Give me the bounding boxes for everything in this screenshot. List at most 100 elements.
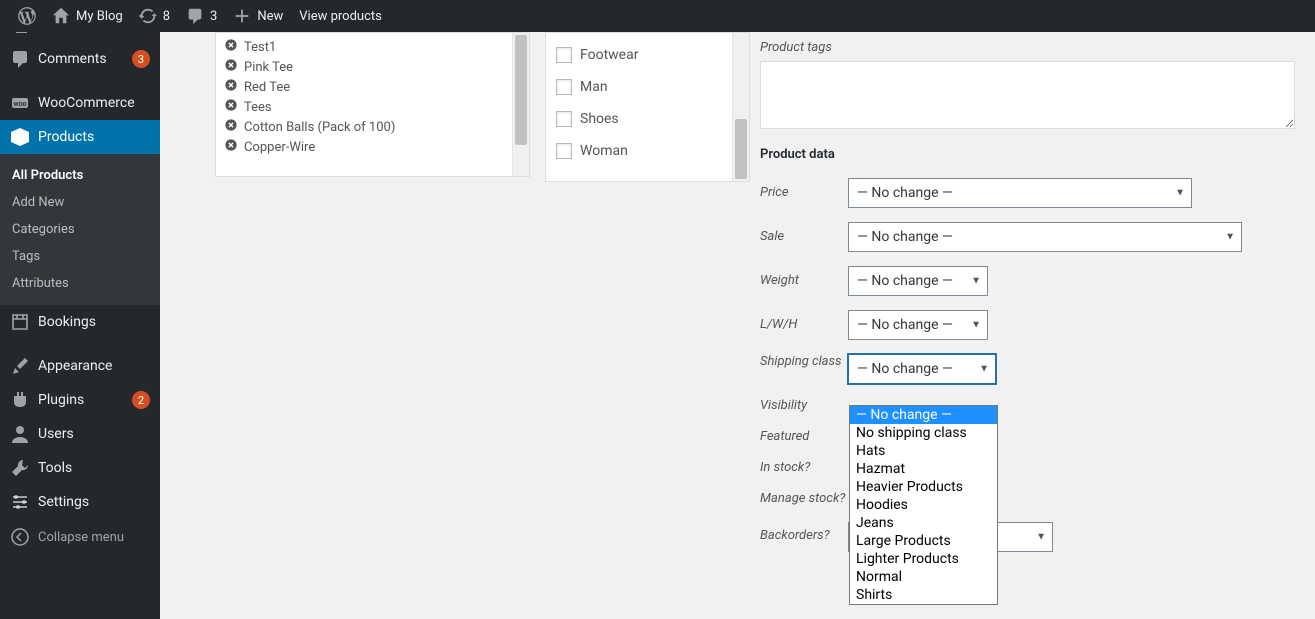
products-icon (10, 127, 30, 147)
sidebar-item-plugins[interactable]: Plugins 2 (0, 383, 160, 417)
tools-icon (10, 458, 30, 478)
shipping-class-option[interactable]: Hazmat (850, 460, 997, 478)
remove-icon[interactable] (224, 118, 238, 136)
shipping-class-option[interactable]: Hoodies (850, 496, 997, 514)
comments-badge: 3 (132, 50, 150, 68)
sidebar-item-pages[interactable]: Pages (0, 32, 160, 42)
ab-view-products[interactable]: View products (291, 0, 390, 32)
remove-icon[interactable] (224, 78, 238, 96)
category-item[interactable]: Man (556, 71, 722, 103)
shipping-class-dropdown-open: — No change —No shipping classHatsHazmat… (849, 405, 998, 605)
main-content: Test1Pink TeeRed TeeTeesCotton Balls (Pa… (160, 32, 1315, 619)
bulk-product-item: Copper-Wire (224, 137, 504, 157)
sidebar-item-bookings[interactable]: Bookings (0, 305, 160, 339)
checkbox[interactable] (556, 47, 572, 63)
sidebar-item-comments[interactable]: Comments 3 (0, 42, 160, 76)
bulk-product-item: Test1 (224, 37, 504, 57)
field-label: Featured (760, 429, 848, 446)
lwh-select[interactable]: — No change —▼ (848, 310, 988, 340)
user-icon (10, 424, 30, 444)
settings-icon (10, 492, 30, 512)
sidebar-item-label: Comments (38, 51, 122, 67)
ab-wp-logo[interactable] (10, 0, 44, 32)
plus-icon (233, 7, 251, 25)
sale-select[interactable]: — No change —▼ (848, 222, 1242, 252)
shipping-class-option[interactable]: No shipping class (850, 424, 997, 442)
wordpress-icon (18, 7, 36, 25)
field-label: Sale (760, 229, 848, 246)
shipping-class-option[interactable]: Heavier Products (850, 478, 997, 496)
sidebar-collapse[interactable]: Collapse menu (0, 519, 160, 555)
chevron-down-icon: ▼ (971, 320, 981, 331)
remove-icon[interactable] (224, 138, 238, 156)
checkbox[interactable] (556, 111, 572, 127)
ab-updates[interactable]: 8 (131, 0, 178, 32)
shipping-class-option[interactable]: Large Products (850, 532, 997, 550)
field-label: Price (760, 185, 848, 202)
sidebar-item-appearance[interactable]: Appearance (0, 349, 160, 383)
remove-icon[interactable] (224, 38, 238, 56)
scrollbar[interactable] (732, 33, 749, 181)
ab-new[interactable]: New (225, 0, 291, 32)
sidebar-item-label: Bookings (38, 314, 150, 330)
bulk-product-title: Red Tee (244, 80, 290, 95)
shipping-class-option[interactable]: Normal (850, 568, 997, 586)
checkbox[interactable] (556, 143, 572, 159)
remove-icon[interactable] (224, 98, 238, 116)
sidebar-item-label: Tools (38, 460, 150, 476)
tags-label: Product tags (760, 40, 1300, 55)
submenu-attributes[interactable]: Attributes (0, 270, 160, 297)
category-item[interactable]: Shoes (556, 103, 722, 135)
shipping-class-select[interactable]: — No change —▼ (848, 354, 996, 384)
shipping-class-option[interactable]: Shirts (850, 586, 997, 604)
sidebar-item-tools[interactable]: Tools (0, 451, 160, 485)
bulk-product-item: Red Tee (224, 77, 504, 97)
woocommerce-icon: woo (10, 93, 30, 113)
sidebar-item-products[interactable]: Products (0, 120, 160, 154)
ab-comments[interactable]: 3 (178, 0, 225, 32)
category-label: Shoes (580, 111, 619, 127)
price-select[interactable]: — No change —▼ (848, 178, 1192, 208)
sidebar-item-settings[interactable]: Settings (0, 485, 160, 519)
remove-icon[interactable] (224, 58, 238, 76)
ab-site-label: My Blog (76, 9, 123, 24)
category-label: Woman (580, 143, 628, 159)
scrollbar[interactable] (512, 33, 529, 176)
category-item[interactable]: Woman (556, 135, 722, 167)
chevron-down-icon: ▼ (979, 364, 989, 375)
field-label: Visibility (760, 398, 848, 415)
bulk-product-title: Pink Tee (244, 60, 293, 75)
shipping-class-option[interactable]: Lighter Products (850, 550, 997, 568)
update-icon (139, 7, 157, 25)
sidebar-item-label: WooCommerce (38, 95, 150, 111)
bulk-edit-product-list: Test1Pink TeeRed TeeTeesCotton Balls (Pa… (215, 32, 530, 177)
submenu-tags[interactable]: Tags (0, 243, 160, 270)
submenu-categories[interactable]: Categories (0, 216, 160, 243)
checkbox[interactable] (556, 79, 572, 95)
submenu-all-products[interactable]: All Products (0, 162, 160, 189)
submenu-add-new[interactable]: Add New (0, 189, 160, 216)
category-item[interactable]: Footwear (556, 39, 722, 71)
row-backorders: Backorders? ▼ (760, 522, 1300, 552)
comment-icon (186, 7, 204, 25)
scrollbar-thumb[interactable] (735, 119, 747, 179)
shipping-class-option[interactable]: — No change — (850, 406, 997, 424)
weight-select[interactable]: — No change —▼ (848, 266, 988, 296)
bulk-product-item: Pink Tee (224, 57, 504, 77)
category-label: Man (580, 79, 608, 95)
sidebar-item-woocommerce[interactable]: woo WooCommerce (0, 86, 160, 120)
product-tags-input[interactable] (760, 61, 1295, 129)
bulk-edit-column: Product tags Product data Price — No cha… (760, 40, 1300, 552)
field-label: Manage stock? (760, 491, 848, 508)
brush-icon (10, 356, 30, 376)
wp-admin-bar: My Blog 8 3 New View products (0, 0, 1315, 32)
sidebar-item-label: Users (38, 426, 150, 442)
ab-site-name[interactable]: My Blog (44, 0, 131, 32)
scrollbar-thumb[interactable] (515, 35, 527, 145)
shipping-class-option[interactable]: Hats (850, 442, 997, 460)
bulk-product-title: Test1 (244, 40, 276, 55)
shipping-class-option[interactable]: Jeans (850, 514, 997, 532)
plugins-badge: 2 (132, 391, 150, 409)
sidebar-item-users[interactable]: Users (0, 417, 160, 451)
row-visibility: Visibility (760, 398, 1300, 415)
